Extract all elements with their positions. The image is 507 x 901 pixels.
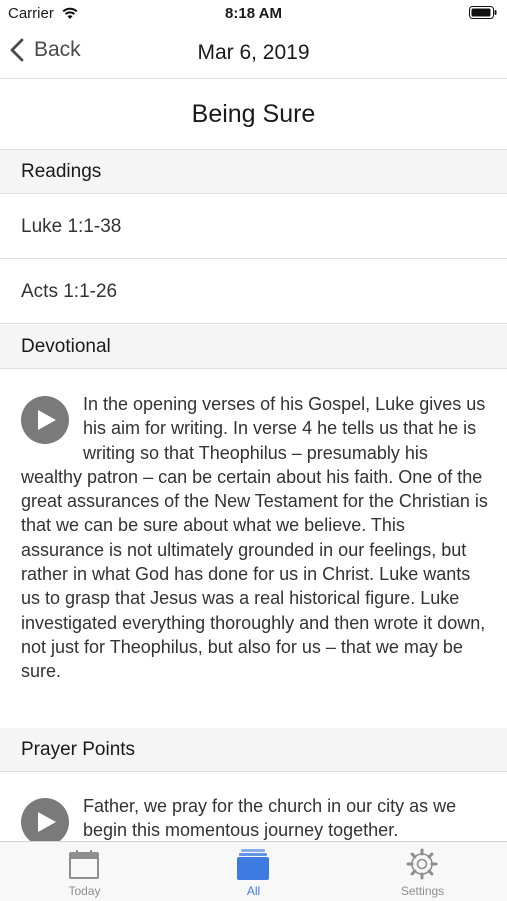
battery-icon bbox=[469, 6, 497, 19]
tab-bar: Today All Settings bbox=[0, 841, 507, 901]
devotional-body: In the opening verses of his Gospel, Luk… bbox=[21, 392, 489, 684]
nav-title: Mar 6, 2019 bbox=[197, 41, 310, 64]
tab-settings[interactable]: Settings bbox=[338, 842, 507, 901]
status-bar: Carrier 8:18 AM bbox=[0, 0, 507, 28]
devotional-play-button[interactable] bbox=[21, 396, 69, 444]
tab-today-label: Today bbox=[68, 884, 101, 898]
status-time: 8:18 AM bbox=[225, 5, 282, 22]
prayer-points-header: Prayer Points bbox=[0, 728, 507, 772]
tab-all[interactable]: All bbox=[169, 842, 338, 901]
prayer-play-button[interactable] bbox=[21, 798, 69, 846]
reading-item-acts[interactable]: Acts 1:1-26 bbox=[0, 260, 507, 324]
gear-icon bbox=[406, 848, 438, 880]
reading-item-luke[interactable]: Luke 1:1-38 bbox=[0, 195, 507, 259]
tab-today[interactable]: Today bbox=[0, 842, 169, 901]
calendar-icon bbox=[69, 850, 99, 879]
navigation-bar: Back Mar 6, 2019 bbox=[0, 28, 507, 79]
devotional-text: In the opening verses of his Gospel, Luk… bbox=[21, 394, 488, 682]
prayer-points-text: Father, we pray for the church in our ci… bbox=[83, 796, 457, 841]
prayer-points-body: Father, we pray for the church in our ci… bbox=[21, 794, 489, 848]
tab-settings-label: Settings bbox=[400, 884, 445, 898]
tab-all-label: All bbox=[246, 884, 261, 898]
play-icon bbox=[38, 812, 56, 832]
devotional-header: Devotional bbox=[0, 325, 507, 369]
stack-icon bbox=[237, 849, 269, 880]
readings-header: Readings bbox=[0, 150, 507, 194]
play-icon bbox=[38, 410, 56, 430]
page-title: Being Sure bbox=[0, 79, 507, 150]
